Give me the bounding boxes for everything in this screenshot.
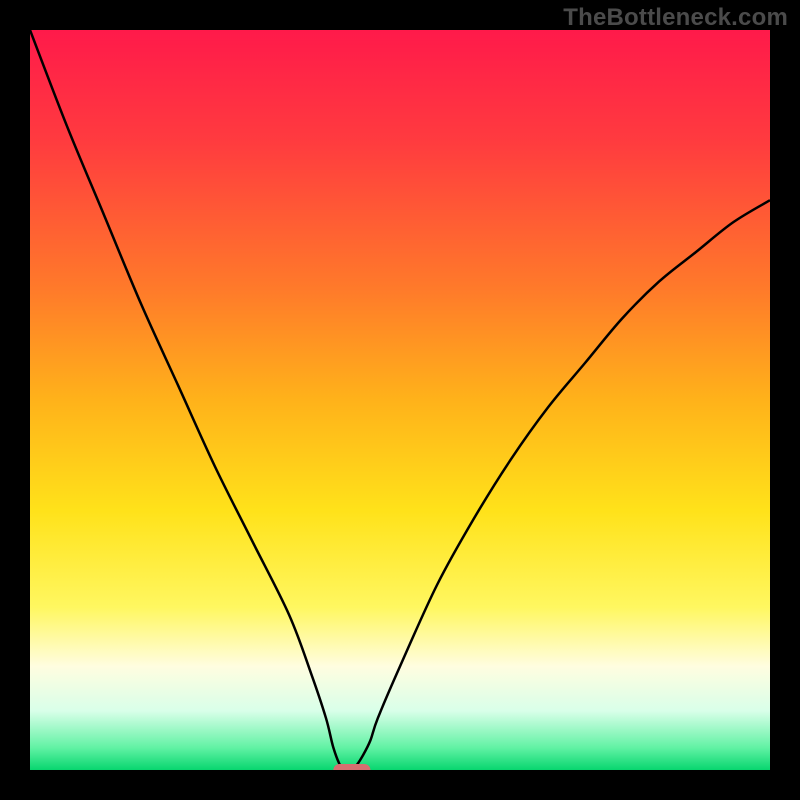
chart-frame: TheBottleneck.com [0, 0, 800, 800]
bottleneck-curve-chart [30, 30, 770, 770]
optimal-zone-marker [333, 764, 370, 770]
plot-area [30, 30, 770, 770]
watermark-text: TheBottleneck.com [563, 4, 788, 32]
gradient-background [30, 30, 770, 770]
